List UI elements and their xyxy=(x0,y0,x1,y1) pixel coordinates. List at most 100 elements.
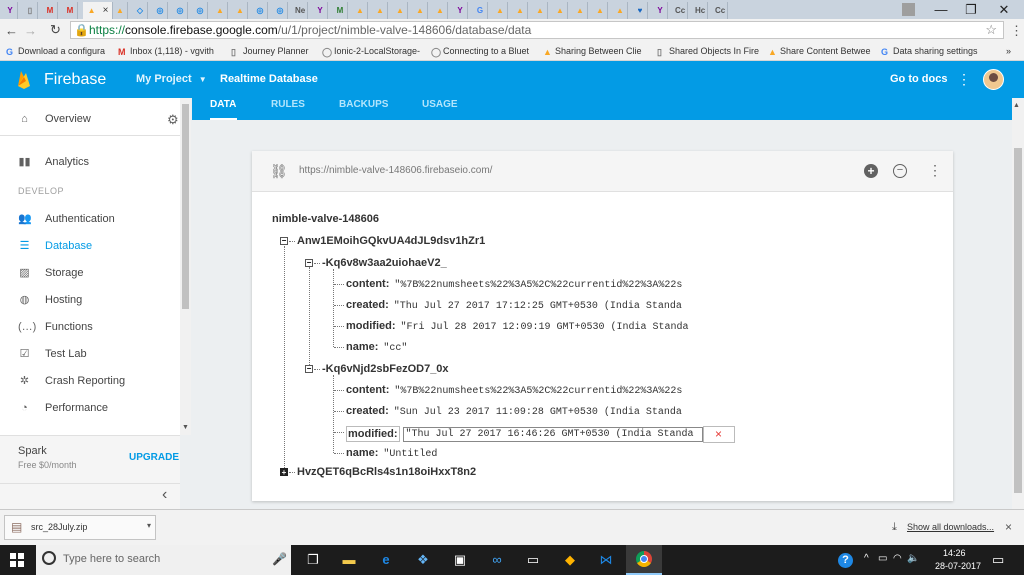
wifi-icon[interactable]: ◠ xyxy=(893,553,902,564)
expand-node-icon[interactable]: + xyxy=(280,468,288,477)
tree-node-entry[interactable]: -Kq6v8w3aa2uiohaeV2_ xyxy=(322,257,447,269)
browser-tab[interactable]: ▲ xyxy=(593,2,608,19)
tree-node-entry[interactable]: -Kq6vNjd2sbFezOD7_0x xyxy=(322,363,449,375)
bookmark-item[interactable]: G Download a configura xyxy=(6,44,110,58)
browser-tab[interactable]: ◇ xyxy=(133,2,148,19)
maximize-button[interactable]: ❐ xyxy=(956,0,986,19)
dropbox-icon[interactable]: ❖ xyxy=(415,552,431,568)
close-window-button[interactable]: ✕ xyxy=(989,0,1019,19)
sidebar-item-analytics[interactable]: ▮▮ Analytics xyxy=(0,151,180,173)
forward-button[interactable]: → xyxy=(24,23,37,38)
browser-tab[interactable]: ▲ xyxy=(553,2,568,19)
overflow-menu-icon[interactable]: ⋮ xyxy=(928,162,942,179)
sidebar-scrollbar[interactable]: ▼ xyxy=(180,98,191,435)
close-download-bar-button[interactable]: × xyxy=(1005,520,1012,534)
reload-button[interactable]: ↻ xyxy=(50,22,61,38)
browser-tab[interactable]: ▲ xyxy=(493,2,508,19)
back-button[interactable]: ← xyxy=(5,23,18,38)
browser-tab[interactable]: ▲ xyxy=(533,2,548,19)
browser-tab[interactable]: Ne xyxy=(293,2,308,19)
terminal-icon[interactable]: ▭ xyxy=(525,552,541,568)
collapse-node-icon[interactable]: − xyxy=(305,259,313,267)
browser-tab[interactable]: ◎ xyxy=(273,2,288,19)
browser-tab[interactable]: ▲ xyxy=(573,2,588,19)
taskbar-date[interactable]: 28-07-2017 xyxy=(935,561,981,571)
sidebar-item-authentication[interactable]: 👥 Authentication xyxy=(0,208,180,230)
browser-tab[interactable]: ▯ xyxy=(23,2,38,19)
bookmark-item[interactable]: ▲ Sharing Between Clie xyxy=(543,44,651,58)
browser-tab[interactable]: ▲ xyxy=(433,2,448,19)
volume-icon[interactable]: 🔈 xyxy=(907,553,919,564)
store-icon[interactable]: ▣ xyxy=(452,552,468,568)
database-url[interactable]: https://nimble-valve-148606.firebaseio.c… xyxy=(299,165,492,176)
browser-tab[interactable]: Y xyxy=(3,2,18,19)
browser-tab[interactable]: ▲ xyxy=(113,2,128,19)
browser-tab[interactable]: ▲ xyxy=(613,2,628,19)
browser-tab[interactable]: ◎ xyxy=(193,2,208,19)
bookmark-item[interactable]: ▯ Journey Planner xyxy=(231,44,317,58)
upgrade-button[interactable]: UPGRADE xyxy=(129,452,179,463)
browser-tab[interactable]: Y xyxy=(313,2,328,19)
bookmark-item[interactable]: ▲ Share Content Betwee xyxy=(768,44,874,58)
bookmark-item[interactable]: M Inbox (1,118) - vgvith xyxy=(118,44,226,58)
sidebar-item-hosting[interactable]: ◍ Hosting xyxy=(0,289,180,311)
microphone-icon[interactable]: 🎤 xyxy=(272,552,287,566)
settings-gear-icon[interactable]: ⚙ xyxy=(167,112,179,128)
task-view-icon[interactable]: ❐ xyxy=(305,552,321,568)
minimize-button[interactable]: — xyxy=(926,0,956,19)
editing-field-row[interactable]: modified: "Thu Jul 27 2017 16:46:26 GMT+0… xyxy=(346,426,735,443)
bookmark-item[interactable]: ◯ Ionic-2-LocalStorage- xyxy=(322,44,426,58)
cancel-edit-icon[interactable]: × xyxy=(702,426,735,443)
scroll-up-arrow-icon[interactable]: ▲ xyxy=(1013,102,1020,109)
chrome-menu-icon[interactable]: ⋮ xyxy=(1010,23,1023,39)
page-scrollbar-thumb[interactable] xyxy=(1014,148,1022,493)
collapse-node-icon[interactable]: − xyxy=(305,365,313,373)
browser-tab[interactable]: ◎ xyxy=(153,2,168,19)
taskbar-search-input[interactable]: Type here to search 🎤 xyxy=(36,545,291,575)
browser-tab[interactable]: ♥ xyxy=(633,2,648,19)
download-item[interactable]: ▤ src_28July.zip ▾ xyxy=(4,515,156,540)
field-row[interactable]: content: "%7B%22numsheets%22%3A5%2C%22cur… xyxy=(346,384,682,397)
arduino-icon[interactable]: ∞ xyxy=(489,552,505,568)
bookmark-item[interactable]: ▯ Shared Objects In Fire xyxy=(657,44,761,58)
field-row[interactable]: name: "Untitled xyxy=(346,447,437,460)
project-selector[interactable]: My Project ▼ xyxy=(136,73,207,85)
avatar[interactable] xyxy=(983,69,1004,90)
sidebar-item-performance[interactable]: ◔ Performance xyxy=(0,397,180,419)
tab-backups[interactable]: BACKUPS xyxy=(339,98,388,120)
field-row[interactable]: created: "Sun Jul 23 2017 11:09:28 GMT+05… xyxy=(346,405,682,418)
field-row[interactable]: created: "Thu Jul 27 2017 17:12:25 GMT+05… xyxy=(346,299,682,312)
close-tab-icon[interactable]: × xyxy=(103,5,109,16)
field-row[interactable]: modified: "Fri Jul 28 2017 12:09:19 GMT+0… xyxy=(346,320,689,333)
sidebar-item-crash-reporting[interactable]: ✲ Crash Reporting xyxy=(0,370,180,392)
help-icon[interactable]: ? xyxy=(838,553,853,568)
go-to-docs-link[interactable]: Go to docs xyxy=(890,73,947,85)
field-row[interactable]: content: "%7B%22numsheets%22%3A5%2C%22cur… xyxy=(346,278,682,291)
browser-tab[interactable]: G xyxy=(473,2,488,19)
browser-tab[interactable]: ▲ × xyxy=(83,2,113,19)
field-row[interactable]: name: "cc" xyxy=(346,341,407,354)
browser-tab[interactable]: ▲ xyxy=(393,2,408,19)
file-explorer-icon[interactable]: ▬ xyxy=(341,552,357,568)
visual-studio-icon[interactable]: ⋈ xyxy=(598,552,614,568)
browser-tab[interactable]: M xyxy=(333,2,348,19)
tree-node-child1[interactable]: Anw1EMoihGQkvUA4dJL9dsv1hZr1 xyxy=(297,235,485,247)
bookmark-item[interactable]: G Data sharing settings xyxy=(881,44,991,58)
sidebar-item-test-lab[interactable]: ☑ Test Lab xyxy=(0,343,180,365)
tree-root[interactable]: nimble-valve-148606 xyxy=(272,213,379,225)
chrome-taskbar-button[interactable] xyxy=(626,545,662,575)
scroll-down-arrow-icon[interactable]: ▼ xyxy=(182,424,189,431)
windows-start-icon[interactable] xyxy=(10,553,24,567)
browser-tab[interactable]: M xyxy=(63,2,78,19)
browser-tab[interactable]: M xyxy=(43,2,58,19)
battery-icon[interactable]: ▭ xyxy=(878,553,887,564)
more-menu-icon[interactable]: ⋮ xyxy=(957,71,971,88)
browser-tab[interactable]: ▲ xyxy=(513,2,528,19)
profile-button[interactable] xyxy=(893,0,923,19)
collapse-node-icon[interactable]: − xyxy=(280,237,288,245)
browser-tab[interactable]: ▲ xyxy=(233,2,248,19)
field-value-input[interactable]: "Thu Jul 27 2017 16:46:26 GMT+0530 (Indi… xyxy=(402,427,703,442)
browser-tab[interactable]: ▲ xyxy=(413,2,428,19)
browser-tab[interactable]: Y xyxy=(453,2,468,19)
taskbar-time[interactable]: 14:26 xyxy=(943,548,966,558)
